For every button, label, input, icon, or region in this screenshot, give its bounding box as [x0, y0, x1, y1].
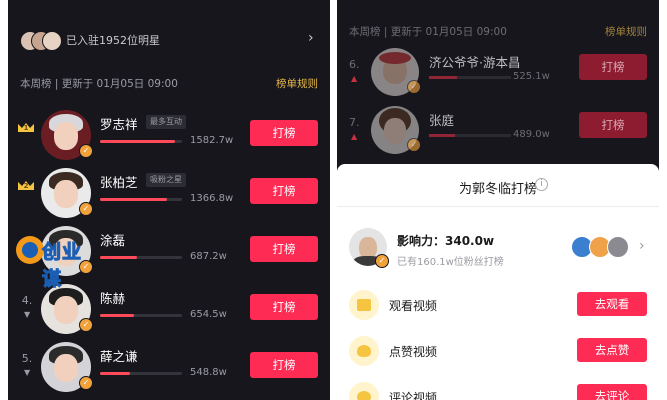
- celebrity-name: 罗志祥: [100, 117, 138, 132]
- task-label: 点赞视频: [389, 345, 438, 359]
- crown-icon: 1: [18, 120, 34, 132]
- week-update-text: 本周榜 | 更新于 01月05日 09:00: [349, 26, 507, 38]
- leaderboard-row: 2 ✓ 张柏芝 吸粉之星 1366.8w 打榜: [8, 164, 330, 222]
- vote-sheet: 为郭冬临打榜 i ✓ 影响力：340.0w 已有160.1w位粉丝打榜 › 观看…: [337, 164, 659, 400]
- score-value: 525.1w: [513, 71, 550, 82]
- rules-link[interactable]: 榜单规则: [605, 24, 647, 39]
- celebrity-name: 陈赫: [100, 291, 126, 306]
- watch-button[interactable]: 去观看: [577, 292, 647, 316]
- chevron-right-icon[interactable]: ›: [639, 238, 645, 254]
- celebrity-name: 张柏芝: [100, 175, 138, 190]
- score-bar: [100, 314, 182, 317]
- divider: [337, 206, 659, 207]
- celebrity-name: 薛之谦: [100, 349, 138, 364]
- rank-number: 4.: [21, 294, 33, 307]
- verified-icon: ✓: [79, 318, 93, 332]
- comment-button[interactable]: 去评论: [577, 384, 647, 400]
- verified-icon: ✓: [79, 202, 93, 216]
- vote-button[interactable]: 打榜: [250, 294, 318, 320]
- celebrity-name: 涂磊: [100, 233, 126, 248]
- verified-icon: ✓: [375, 254, 389, 268]
- vote-button[interactable]: 打榜: [250, 178, 318, 204]
- stars-count-text: 已入驻1952位明星: [66, 34, 160, 47]
- score-value: 1366.8w: [190, 193, 234, 204]
- vote-button[interactable]: 打榜: [579, 112, 647, 138]
- leaderboard-row: 7. ▲ ✓ 张庭 489.0w 打榜: [337, 106, 659, 164]
- score-value: 548.8w: [190, 367, 227, 378]
- score-value: 654.5w: [190, 309, 227, 320]
- task-label: 观看视频: [389, 299, 438, 313]
- vote-button[interactable]: 打榜: [250, 352, 318, 378]
- vote-button[interactable]: 打榜: [250, 120, 318, 146]
- score-bar: [429, 76, 511, 79]
- rank-number: 6.: [349, 58, 360, 71]
- score-value: 687.2w: [190, 251, 227, 262]
- tag-badge: 吸粉之星: [146, 173, 186, 187]
- vote-panel: 本周榜 | 更新于 01月05日 09:00 榜单规则 6. ▲ ✓ 济公爷爷·…: [337, 0, 659, 400]
- leaderboard-row: 6. ▲ ✓ 济公爷爷·游本昌 525.1w 打榜: [337, 48, 659, 106]
- trend-up-icon: ▲: [351, 74, 358, 83]
- week-update-text: 本周榜 | 更新于 01月05日 09:00: [20, 78, 178, 90]
- watermark-logo: 创业谋: [16, 232, 96, 291]
- fan-avatars[interactable]: [571, 236, 641, 258]
- rank-number: 5.: [21, 352, 33, 365]
- score-bar: [100, 256, 182, 259]
- sheet-title: 为郭冬临打榜: [458, 182, 537, 197]
- verified-icon: ✓: [79, 376, 93, 390]
- rules-link[interactable]: 榜单规则: [276, 76, 318, 91]
- task-row-watch: 观看视频 去观看: [337, 288, 659, 324]
- task-row-comment: 评论视频 去评论: [337, 380, 659, 400]
- vote-button[interactable]: 打榜: [579, 54, 647, 80]
- influence-value: 影响力：340.0w: [397, 234, 495, 248]
- info-icon[interactable]: i: [535, 178, 548, 191]
- task-label: 评论视频: [389, 391, 438, 400]
- comment-icon: [349, 382, 379, 400]
- star-avatars: [20, 31, 62, 51]
- score-value: 1582.7w: [190, 135, 234, 146]
- chevron-right-icon: ›: [308, 30, 314, 46]
- score-bar: [100, 198, 182, 201]
- trend-down-icon: ▼: [24, 310, 31, 319]
- leaderboard-panel: 已入驻1952位明星 › 本周榜 | 更新于 01月05日 09:00 榜单规则…: [8, 0, 330, 400]
- vote-button[interactable]: 打榜: [250, 236, 318, 262]
- score-value: 489.0w: [513, 129, 550, 140]
- crown-icon: 2: [18, 178, 34, 190]
- tag-badge: 最多互动: [146, 115, 186, 129]
- trend-down-icon: ▼: [24, 368, 31, 377]
- verified-icon: ✓: [407, 138, 421, 152]
- verified-icon: ✓: [407, 80, 421, 94]
- celebrity-name: 济公爷爷·游本昌: [429, 55, 521, 70]
- leaderboard-row: 1 ✓ 罗志祥 最多互动 1582.7w 打榜: [8, 106, 330, 164]
- verified-icon: ✓: [79, 144, 93, 158]
- celebrity-name: 张庭: [429, 113, 455, 128]
- like-button[interactable]: 去点赞: [577, 338, 647, 362]
- video-icon: [349, 290, 379, 320]
- heart-icon: [349, 336, 379, 366]
- score-bar: [100, 140, 182, 143]
- rank-number: 7.: [349, 116, 360, 129]
- score-bar: [429, 134, 511, 137]
- score-bar: [100, 372, 182, 375]
- fans-count-text: 已有160.1w位粉丝打榜: [397, 257, 504, 268]
- task-row-like: 点赞视频 去点赞: [337, 334, 659, 370]
- leaderboard-row: 5. ▼ ✓ 薛之谦 548.8w 打榜: [8, 338, 330, 396]
- trend-up-icon: ▲: [351, 132, 358, 141]
- stars-banner[interactable]: 已入驻1952位明星 ›: [8, 20, 330, 62]
- week-bar: 本周榜 | 更新于 01月05日 09:00 榜单规则: [8, 72, 330, 94]
